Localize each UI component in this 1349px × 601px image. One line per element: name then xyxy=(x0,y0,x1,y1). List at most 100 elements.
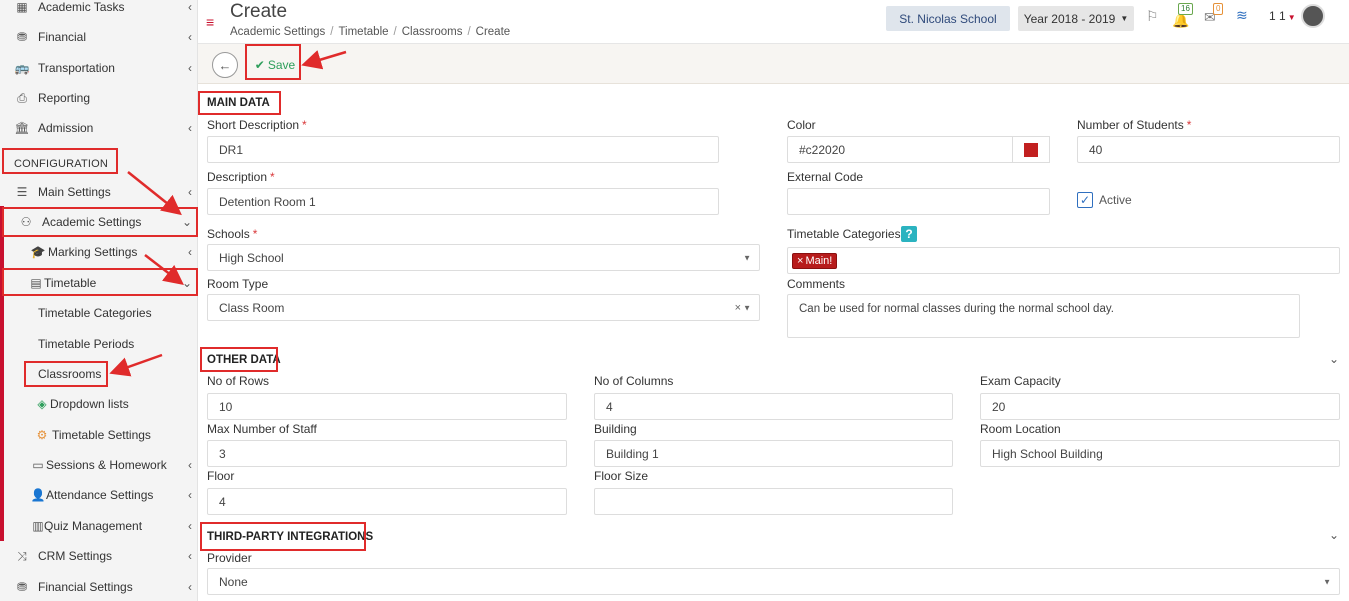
caret-down-icon: ▼ xyxy=(1287,13,1296,22)
external-code-input[interactable] xyxy=(787,188,1050,215)
help-icon[interactable]: ? xyxy=(901,226,917,242)
color-picker-button[interactable] xyxy=(1012,136,1050,163)
chevron-left-icon: ‹ xyxy=(188,580,192,594)
calendar-icon: ▤ xyxy=(30,276,42,290)
coins-icon: ⛃ xyxy=(16,30,28,44)
user-number[interactable]: 1 1 ▼ xyxy=(1269,9,1296,23)
sidebar-item-label: Main Settings xyxy=(38,185,111,199)
sidebar-item-academic-settings[interactable]: ⚇ Academic Settings ⌄ xyxy=(0,207,198,237)
sidebar-item-label: Timetable Settings xyxy=(52,428,151,442)
sidebar-item-admission[interactable]: 🏛 Admission ‹ xyxy=(0,113,198,143)
rows-input[interactable]: 10 xyxy=(207,393,567,420)
sidebar-item-label: Classrooms xyxy=(38,367,102,381)
timetable-categories-multiselect[interactable]: × Main! xyxy=(787,247,1340,274)
room-type-label: Room Type xyxy=(207,277,269,291)
sliders-icon: ☰ xyxy=(16,185,28,199)
year-selector[interactable]: Year 2018 - 2019 ▼ xyxy=(1018,6,1134,31)
breadcrumb-item[interactable]: Academic Settings xyxy=(230,26,325,38)
label-text: Schools xyxy=(207,227,250,241)
sidebar-item-label: Transportation xyxy=(38,61,115,75)
comments-textarea[interactable]: Can be used for normal classes during th… xyxy=(787,294,1300,338)
sidebar-item-timetable[interactable]: ▤ Timetable ⌄ xyxy=(0,268,198,298)
number-of-students-input[interactable]: 40 xyxy=(1077,136,1340,163)
chevron-left-icon: ‹ xyxy=(188,458,192,472)
sidebar-item-financial-settings[interactable]: ⛃ Financial Settings ‹ xyxy=(0,572,198,601)
description-input[interactable]: Detention Room 1 xyxy=(207,188,719,215)
required-marker: * xyxy=(1186,118,1192,132)
layers-icon: ◈ xyxy=(37,397,47,411)
flag-icon[interactable]: ⚐ xyxy=(1146,8,1159,25)
back-button[interactable]: ← xyxy=(212,52,238,78)
exam-capacity-label: Exam Capacity xyxy=(980,374,1061,388)
building-input[interactable]: Building 1 xyxy=(594,440,953,467)
grid-icon: ▦ xyxy=(16,0,28,14)
sidebar-item-label: Timetable Periods xyxy=(38,337,135,351)
timetable-category-tag[interactable]: × Main! xyxy=(792,253,838,269)
section-title-other-data: OTHER DATA xyxy=(207,354,281,366)
sidebar-item-attendance-settings[interactable]: 👤 Attendance Settings ‹ xyxy=(0,480,198,510)
chalkboard-icon: ▭ xyxy=(32,458,44,472)
sidebar-item-crm-settings[interactable]: ⤨ CRM Settings ‹ xyxy=(0,541,198,571)
save-button[interactable]: ✔ Save xyxy=(250,51,300,79)
active-checkbox[interactable]: ✓ xyxy=(1077,192,1093,208)
floor-input[interactable]: 4 xyxy=(207,488,567,515)
chevron-down-icon[interactable]: ⌄ xyxy=(1329,352,1339,366)
sidebar-item-marking-settings[interactable]: 🎓 Marking Settings ‹ xyxy=(0,237,198,267)
school-selector[interactable]: St. Nicolas School xyxy=(886,6,1010,31)
remove-tag-icon[interactable]: × xyxy=(797,255,803,267)
color-input[interactable]: #c22020 xyxy=(787,136,1050,163)
floor-size-input[interactable] xyxy=(594,488,953,515)
sidebar-item-classrooms[interactable]: Classrooms xyxy=(0,359,198,389)
schools-select[interactable]: High School ▼ xyxy=(207,244,760,271)
breadcrumb-item[interactable]: Timetable xyxy=(338,26,388,38)
chevron-left-icon: ‹ xyxy=(188,185,192,199)
label-text: Description xyxy=(207,170,268,184)
sidebar-item-timetable-settings[interactable]: ⚙ Timetable Settings xyxy=(0,420,198,450)
room-type-select[interactable]: Class Room × ▼ xyxy=(207,294,760,321)
description-label: Description * xyxy=(207,170,275,184)
chevron-left-icon: ‹ xyxy=(188,549,192,563)
bus-icon: 🚌 xyxy=(14,61,30,75)
sidebar-item-label: Timetable Categories xyxy=(38,306,152,320)
sidebar-item-timetable-periods[interactable]: Timetable Periods xyxy=(0,329,198,359)
sidebar-item-reporting[interactable]: ⎙ Reporting xyxy=(0,83,198,113)
external-code-label: External Code xyxy=(787,170,864,184)
sidebar-item-label: Admission xyxy=(38,121,94,135)
form-content: MAIN DATA Short Description * DR1 Color #… xyxy=(198,84,1349,601)
rows-label: No of Rows xyxy=(207,374,270,388)
exam-capacity-input[interactable]: 20 xyxy=(980,393,1340,420)
max-staff-label: Max Number of Staff xyxy=(207,422,317,436)
save-button-label: Save xyxy=(267,58,296,72)
shuffle-icon: ⤨ xyxy=(17,548,27,563)
sidebar-item-timetable-categories[interactable]: Timetable Categories xyxy=(0,298,198,328)
breadcrumb-item[interactable]: Classrooms xyxy=(402,26,463,38)
printer-icon: ⎙ xyxy=(17,90,27,105)
room-location-input[interactable]: High School Building xyxy=(980,440,1340,467)
sidebar-item-sessions-homework[interactable]: ▭ Sessions & Homework ‹ xyxy=(0,450,198,480)
sidebar-item-quiz-management[interactable]: ▥ Quiz Management ‹ xyxy=(0,511,198,541)
avatar[interactable] xyxy=(1301,4,1325,28)
columns-input[interactable]: 4 xyxy=(594,393,953,420)
max-staff-input[interactable]: 3 xyxy=(207,440,567,467)
sidebar-item-transportation[interactable]: 🚌 Transportation ‹ xyxy=(0,53,198,83)
clear-icon[interactable]: × xyxy=(735,302,741,314)
user-check-icon: 👤 xyxy=(30,488,46,502)
sidebar-item-label: Marking Settings xyxy=(48,245,138,259)
sidebar-item-academic-tasks[interactable]: ▦ Academic Tasks ‹ xyxy=(0,0,198,22)
caret-down-icon: ▼ xyxy=(1120,14,1129,23)
layers-plus-icon[interactable]: ≋ xyxy=(1236,7,1248,24)
required-marker: * xyxy=(270,170,275,184)
caret-down-icon: ▼ xyxy=(743,253,751,262)
sidebar-item-main-settings[interactable]: ☰ Main Settings ‹ xyxy=(0,177,198,207)
action-toolbar: ← ✔ Save xyxy=(198,44,1349,84)
provider-select[interactable]: None ▼ xyxy=(207,568,1340,595)
sidebar-item-label: Quiz Management xyxy=(44,519,143,533)
coins-icon: ⛃ xyxy=(16,580,28,594)
sidebar-item-dropdown-lists[interactable]: ◈ Dropdown lists xyxy=(0,389,198,419)
sidebar-item-financial[interactable]: ⛃ Financial ‹ xyxy=(0,22,198,52)
menu-icon[interactable]: ≡ xyxy=(206,14,214,30)
short-description-input[interactable]: DR1 xyxy=(207,136,719,163)
chevron-down-icon[interactable]: ⌄ xyxy=(1329,528,1339,542)
room-location-label: Room Location xyxy=(980,422,1061,436)
notifications-badge: 16 xyxy=(1178,3,1193,15)
